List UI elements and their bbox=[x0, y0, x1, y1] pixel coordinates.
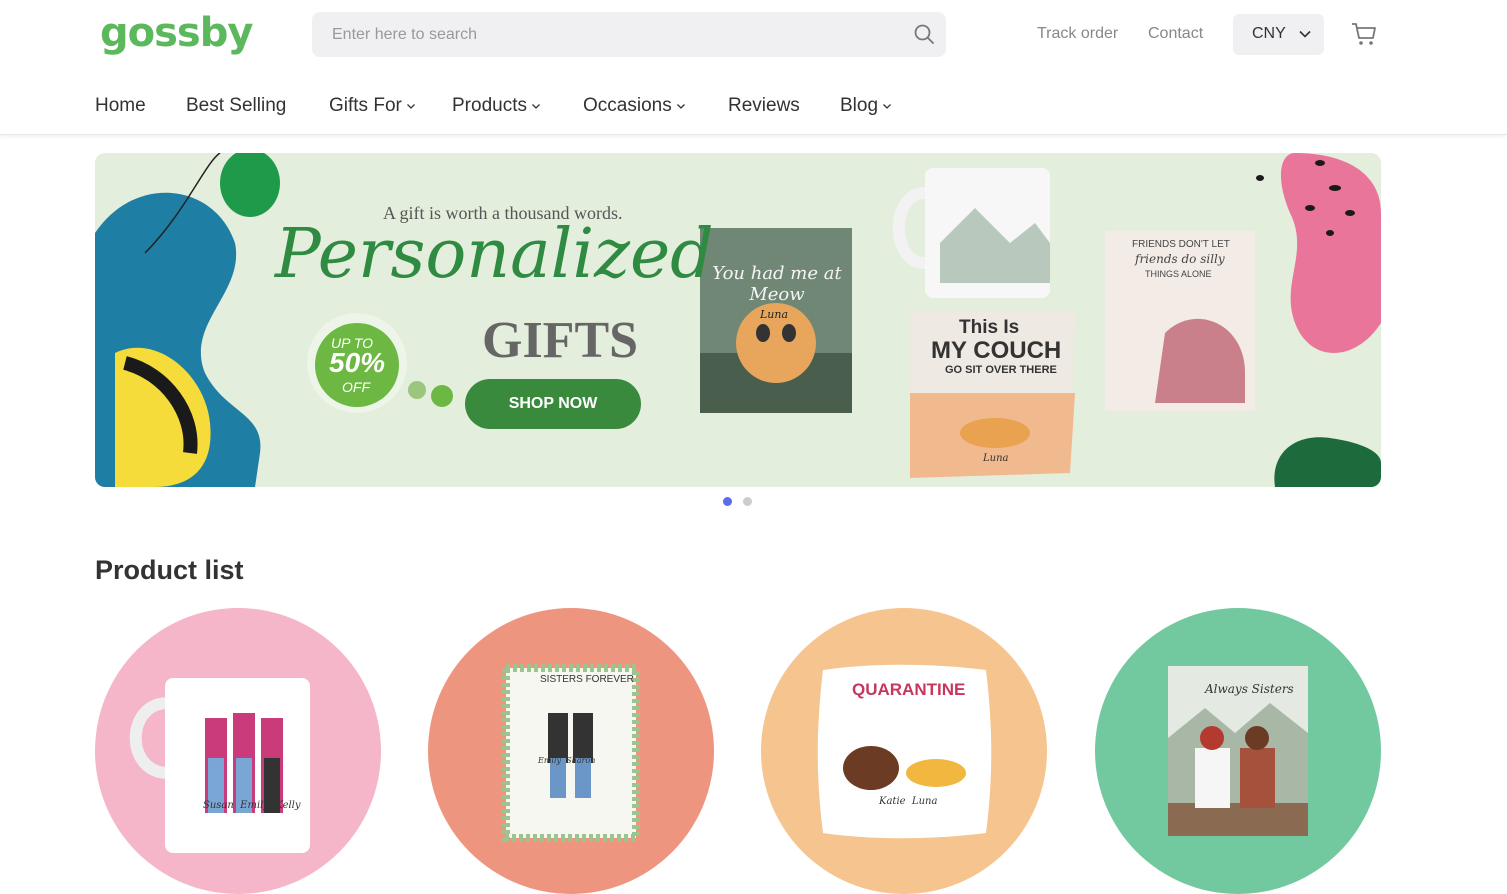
search-bar bbox=[312, 12, 946, 57]
nav-label: Best Selling bbox=[186, 95, 287, 116]
product-names: Susan Emily Kelly bbox=[203, 800, 301, 811]
chevron-down-icon bbox=[406, 104, 415, 109]
carousel-dot-active[interactable] bbox=[723, 497, 732, 506]
canvas1-name: Luna bbox=[760, 308, 789, 321]
carousel-dot[interactable] bbox=[743, 497, 752, 506]
shop-now-button[interactable]: SHOP NOW bbox=[465, 379, 641, 429]
product-names: Emily Sharon bbox=[538, 756, 596, 765]
pillow-line3: GO SIT OVER THERE bbox=[945, 364, 1057, 376]
nav-products[interactable]: Products bbox=[452, 95, 541, 117]
product-card[interactable]: QUARANTINE Katie Luna bbox=[761, 608, 1047, 894]
search-input[interactable] bbox=[312, 12, 892, 57]
nav-label: Occasions bbox=[583, 95, 672, 116]
nav-gifts-for[interactable]: Gifts For bbox=[329, 95, 416, 117]
canvas2-line2: friends do silly bbox=[1135, 252, 1225, 266]
canvas2-line1: FRIENDS DON'T LET bbox=[1132, 239, 1230, 250]
chevron-down-icon bbox=[1299, 30, 1311, 38]
track-order-link[interactable]: Track order bbox=[1037, 25, 1118, 43]
currency-select[interactable]: CNY bbox=[1233, 14, 1324, 55]
banner-headline: Personalized bbox=[275, 215, 714, 294]
nav-label: Gifts For bbox=[329, 95, 402, 116]
nav-label: Home bbox=[95, 95, 146, 116]
section-title: Product list bbox=[95, 555, 244, 585]
pillow-line1: This Is bbox=[959, 317, 1020, 338]
chevron-down-icon bbox=[676, 104, 685, 109]
pillow-line2: MY COUCH bbox=[931, 337, 1062, 364]
product-caption: QUARANTINE bbox=[852, 680, 966, 699]
product-card[interactable]: Always Sisters bbox=[1095, 608, 1381, 894]
currency-value: CNY bbox=[1252, 25, 1286, 42]
canvas-image bbox=[1168, 666, 1308, 836]
pillow-name: Luna bbox=[983, 453, 1009, 464]
promo-percent: 50% bbox=[329, 347, 386, 378]
promo-off: OFF bbox=[342, 379, 370, 395]
nav-blog[interactable]: Blog bbox=[840, 95, 892, 117]
product-names: Katie Luna bbox=[879, 796, 938, 807]
main-nav: Home Best Selling Gifts For Products Occ… bbox=[0, 70, 1507, 135]
chevron-down-icon bbox=[532, 104, 540, 109]
nav-reviews[interactable]: Reviews bbox=[728, 95, 800, 117]
chevron-down-icon bbox=[883, 104, 891, 109]
contact-link[interactable]: Contact bbox=[1148, 25, 1203, 43]
nav-occasions[interactable]: Occasions bbox=[583, 95, 686, 117]
nav-home[interactable]: Home bbox=[95, 95, 146, 117]
logo[interactable]: gossby bbox=[100, 10, 253, 56]
product-caption: SISTERS FOREVER bbox=[540, 674, 634, 685]
nav-label: Blog bbox=[840, 95, 879, 116]
nav-label: Reviews bbox=[728, 95, 800, 116]
canvas1-text: You had me at Meow bbox=[712, 263, 842, 305]
pillow-image bbox=[817, 664, 992, 839]
mug-image bbox=[129, 678, 310, 853]
product-card[interactable]: Susan Emily Kelly bbox=[95, 608, 381, 894]
search-icon[interactable] bbox=[912, 22, 936, 46]
canvas2-line3: THINGS ALONE bbox=[1145, 269, 1212, 279]
cart-icon[interactable] bbox=[1350, 20, 1378, 48]
hero-banner[interactable]: A gift is worth a thousand words. Person… bbox=[95, 153, 1381, 487]
nav-label: Products bbox=[452, 95, 527, 116]
nav-best-selling[interactable]: Best Selling bbox=[186, 95, 286, 117]
header: gossby Track order Contact CNY bbox=[0, 0, 1507, 70]
canvas-image bbox=[502, 664, 640, 842]
banner-artwork bbox=[95, 153, 1381, 487]
product-caption: Always Sisters bbox=[1205, 682, 1294, 696]
banner-subheadline: GIFTS bbox=[482, 312, 639, 369]
product-card[interactable]: SISTERS FOREVER Emily Sharon bbox=[428, 608, 714, 894]
